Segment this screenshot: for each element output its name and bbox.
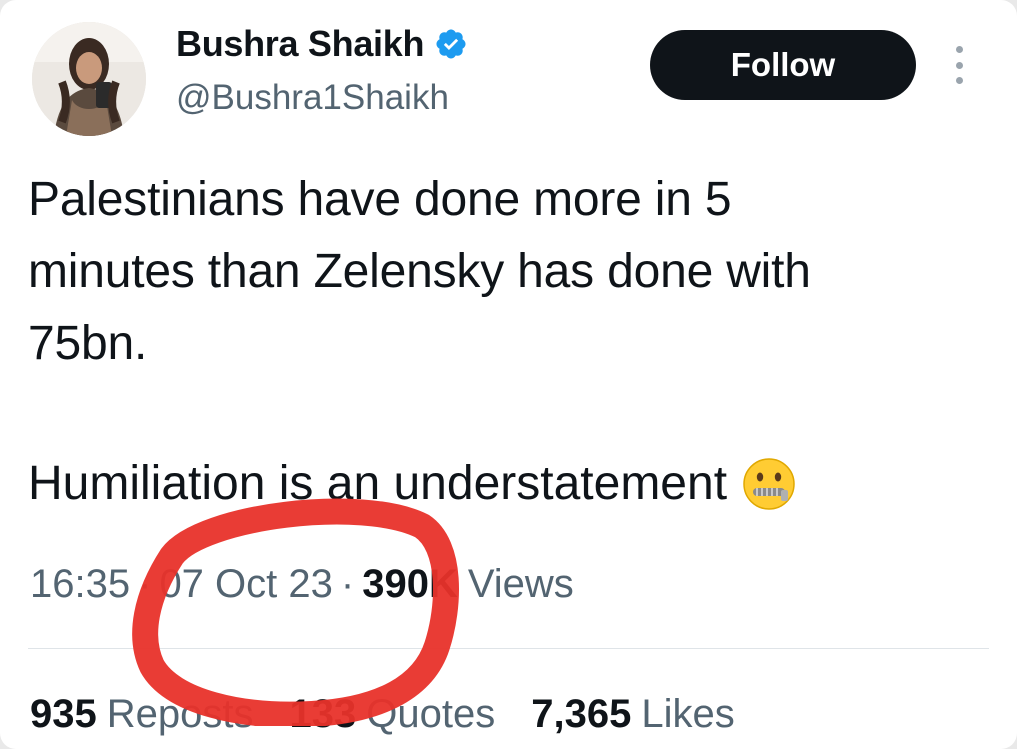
views-label: Views — [467, 562, 574, 606]
verified-badge-icon — [434, 27, 468, 61]
engagement-stats: 935 Reposts 133 Quotes 7,365 Likes — [30, 692, 771, 737]
tweet-card: Bushra Shaikh @Bushra1Shaikh Follow Pale… — [0, 0, 1017, 749]
author-name-row: Bushra Shaikh — [176, 22, 468, 66]
tweet-meta: 16:35 · 07 Oct 23 · 390K Views — [30, 562, 574, 607]
tweet-text-span: Humiliation is an understatement — [28, 457, 728, 510]
profile-photo-image — [32, 22, 146, 136]
zipper-mouth-face-emoji-icon — [741, 456, 797, 512]
quotes-stat[interactable]: 133 Quotes — [290, 692, 496, 737]
views-count: 390K — [362, 562, 458, 606]
quotes-count: 133 — [289, 692, 357, 736]
tweet-text: Palestinians have done more in 5 minutes… — [28, 164, 988, 380]
display-name[interactable]: Bushra Shaikh — [176, 23, 424, 65]
more-dot — [955, 77, 963, 84]
author-handle[interactable]: @Bushra1Shaikh — [176, 78, 449, 118]
more-vertical-icon[interactable] — [944, 42, 974, 88]
reposts-stat[interactable]: 935 Reposts — [30, 692, 254, 737]
tweet-date[interactable]: 07 Oct 23 — [159, 562, 332, 607]
follow-button[interactable]: Follow — [650, 30, 916, 100]
tweet-text-line: Humiliation is an understatement — [28, 448, 797, 520]
divider — [28, 648, 989, 649]
separator: · — [138, 562, 152, 606]
likes-label: Likes — [641, 692, 735, 736]
avatar[interactable] — [32, 22, 146, 136]
tweet-time[interactable]: 16:35 — [30, 562, 130, 607]
more-dot — [955, 61, 963, 69]
likes-stat[interactable]: 7,365 Likes — [531, 692, 735, 737]
separator: · — [340, 562, 355, 606]
likes-count: 7,365 — [531, 692, 632, 736]
more-dot — [955, 46, 963, 53]
tweet-text-line: minutes than Zelensky has done with — [28, 245, 811, 298]
tweet-text-line: Palestinians have done more in 5 — [28, 173, 732, 226]
tweet-text-line: 75bn. — [28, 317, 148, 370]
reposts-count: 935 — [30, 692, 97, 736]
quotes-label: Quotes — [366, 692, 496, 736]
reposts-label: Reposts — [106, 692, 254, 736]
